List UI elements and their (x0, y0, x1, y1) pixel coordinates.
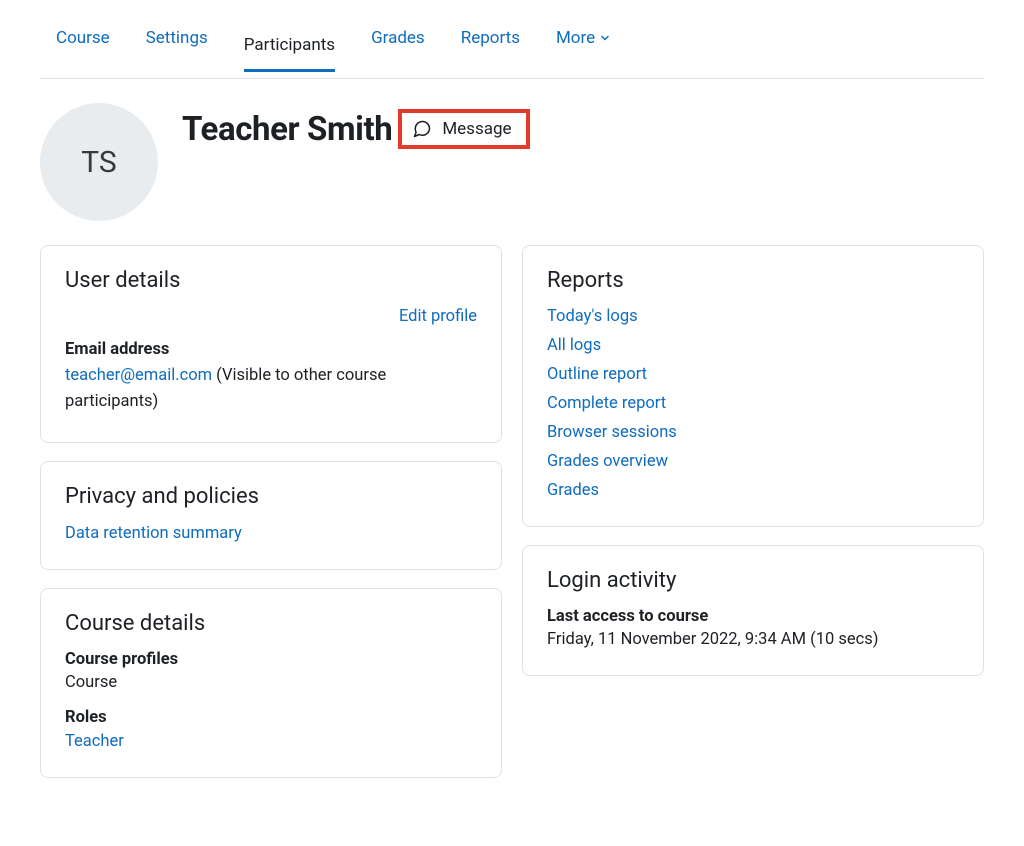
profile-name: Teacher Smith (182, 110, 392, 149)
email-link[interactable]: teacher@email.com (65, 366, 212, 385)
reports-list: Today's logs All logs Outline report Com… (547, 307, 959, 500)
last-access-label: Last access to course (547, 607, 959, 626)
login-activity-heading: Login activity (547, 568, 959, 593)
right-column: Reports Today's logs All logs Outline re… (522, 245, 984, 778)
profile-header: TS Teacher Smith Message (40, 103, 984, 221)
report-grades-overview[interactable]: Grades overview (547, 452, 959, 471)
report-browser-sessions[interactable]: Browser sessions (547, 423, 959, 442)
comment-icon (412, 119, 432, 139)
course-details-card: Course details Course profiles Course Ro… (40, 588, 502, 778)
nav-tab-course[interactable]: Course (56, 28, 110, 62)
profile-grid: User details Edit profile Email address … (40, 245, 984, 778)
nav-more-label: More (556, 28, 595, 48)
user-details-card: User details Edit profile Email address … (40, 245, 502, 443)
login-activity-card: Login activity Last access to course Fri… (522, 545, 984, 676)
report-todays-logs[interactable]: Today's logs (547, 307, 959, 326)
email-value-row: teacher@email.com (Visible to other cour… (65, 363, 477, 416)
nav-tab-more[interactable]: More (556, 28, 611, 62)
course-profiles-value: Course (65, 673, 477, 692)
privacy-card: Privacy and policies Data retention summ… (40, 461, 502, 570)
course-nav-tabs: Course Settings Participants Grades Repo… (40, 0, 984, 79)
nav-tab-grades[interactable]: Grades (371, 28, 425, 62)
nav-tab-participants[interactable]: Participants (244, 35, 335, 72)
last-access-value: Friday, 11 November 2022, 9:34 AM (10 se… (547, 630, 959, 649)
profile-name-row: Teacher Smith Message (182, 109, 530, 149)
message-label: Message (442, 119, 511, 139)
left-column: User details Edit profile Email address … (40, 245, 502, 778)
edit-profile-link[interactable]: Edit profile (399, 307, 477, 326)
report-all-logs[interactable]: All logs (547, 336, 959, 355)
chevron-down-icon (599, 32, 611, 44)
report-grades[interactable]: Grades (547, 481, 959, 500)
report-complete[interactable]: Complete report (547, 394, 959, 413)
message-button[interactable]: Message (398, 109, 529, 149)
avatar-initials: TS (81, 145, 116, 180)
user-details-heading: User details (65, 268, 477, 293)
email-label: Email address (65, 340, 477, 359)
avatar: TS (40, 103, 158, 221)
reports-heading: Reports (547, 268, 959, 293)
roles-label: Roles (65, 708, 477, 727)
nav-tab-reports[interactable]: Reports (461, 28, 520, 62)
privacy-heading: Privacy and policies (65, 484, 477, 509)
reports-card: Reports Today's logs All logs Outline re… (522, 245, 984, 527)
course-details-heading: Course details (65, 611, 477, 636)
data-retention-link[interactable]: Data retention summary (65, 524, 242, 543)
report-outline[interactable]: Outline report (547, 365, 959, 384)
roles-value-link[interactable]: Teacher (65, 732, 124, 751)
nav-tab-settings[interactable]: Settings (146, 28, 208, 62)
course-profiles-label: Course profiles (65, 650, 477, 669)
